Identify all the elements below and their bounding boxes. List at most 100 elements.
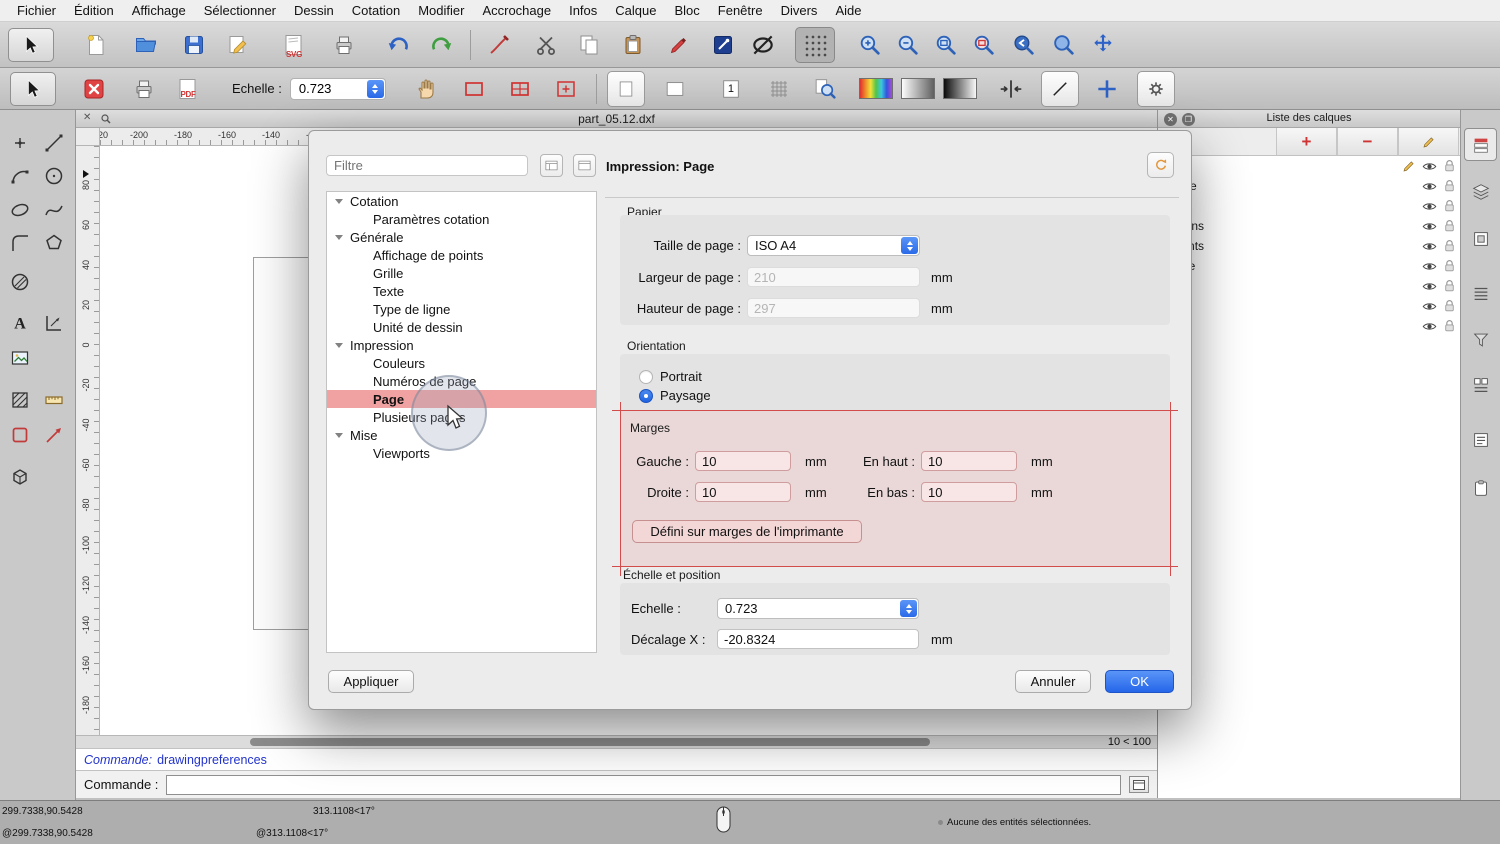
menu-edition[interactable]: Édition [65,3,123,18]
diameter-button[interactable] [747,27,779,63]
eye-icon[interactable] [1422,239,1437,254]
lock-icon[interactable] [1443,199,1456,213]
tree-item-texte[interactable]: Texte [327,282,596,300]
lock-icon[interactable] [1443,159,1456,173]
image-tool-button[interactable] [5,343,35,373]
redo-button[interactable] [424,27,456,63]
library-browser-panel-button[interactable] [1464,368,1497,401]
print-preview-button[interactable] [328,27,360,63]
cut-button[interactable] [531,27,563,63]
circle-tool-button[interactable] [39,161,69,191]
selection-mode-button[interactable] [707,27,739,63]
tree-item-unite-dessin[interactable]: Unité de dessin [327,318,596,336]
paysage-radio[interactable] [639,389,653,403]
portrait-radio[interactable] [639,370,653,384]
block-list-panel-button[interactable] [1464,222,1497,255]
new-file-button[interactable] [80,27,112,63]
ok-button[interactable]: OK [1105,670,1174,693]
clipboard-panel-button[interactable] [1464,471,1497,504]
menu-bloc[interactable]: Bloc [665,3,708,18]
menu-cotation[interactable]: Cotation [343,3,409,18]
layer-row[interactable]: tre [1158,296,1460,316]
command-panel-button[interactable] [1129,776,1149,793]
eye-icon[interactable] [1422,279,1437,294]
layer-row[interactable]: otations [1158,216,1460,236]
cancel-button[interactable]: Annuler [1015,670,1091,693]
lock-icon[interactable] [1443,179,1456,193]
marker-button[interactable] [663,27,695,63]
command-input[interactable] [166,775,1121,795]
offset-x-input[interactable] [717,629,919,649]
measure-tool-button[interactable] [39,385,69,415]
reset-button[interactable] [1147,152,1174,178]
property-editor-panel-button[interactable] [1464,128,1497,161]
dialog-scale-combobox[interactable]: 0.723 [717,598,919,619]
paper-frame-button[interactable] [458,71,490,107]
lock-icon[interactable] [1443,299,1456,313]
tree-item-type-ligne[interactable]: Type de ligne [327,300,596,318]
eye-icon[interactable] [1422,299,1437,314]
layer-list-panel-button[interactable] [1464,175,1497,208]
horizontal-scrollbar[interactable]: 10 < 100 [76,735,1157,748]
point-tool-button[interactable] [5,128,35,158]
eye-icon[interactable] [1422,159,1437,174]
pdf-export-button[interactable]: PDF [172,71,204,107]
open-file-button[interactable] [130,27,162,63]
settings-button[interactable] [1137,71,1175,107]
grid-toggle-button[interactable] [795,27,835,63]
zoom-window-button[interactable] [1047,27,1079,63]
zoom-in-button[interactable] [853,27,885,63]
crosshair-button[interactable] [1091,71,1123,107]
eye-icon[interactable] [1422,319,1437,334]
page-size-combobox[interactable]: ISO A4 [747,235,920,256]
command-line-panel-button[interactable] [1464,423,1497,456]
menu-calque[interactable]: Calque [606,3,665,18]
tree-item-cotation[interactable]: Cotation [327,192,596,210]
paper-grid-button[interactable] [504,71,536,107]
fillet-tool-button[interactable] [5,228,35,258]
previous-view-button[interactable] [1007,27,1039,63]
layer-row[interactable]: ordure [1158,176,1460,196]
lock-icon[interactable] [1443,319,1456,333]
print-button[interactable] [128,71,160,107]
menu-dessin[interactable]: Dessin [285,3,343,18]
needle-tool-button[interactable] [483,27,515,63]
tree-item-affichage-points[interactable]: Affichage de points [327,246,596,264]
menu-accrochage[interactable]: Accrochage [473,3,560,18]
spline-tool-button[interactable] [39,195,69,225]
margin-left-input[interactable] [695,451,791,471]
viewport-button-2[interactable] [659,71,691,107]
save-button[interactable] [178,27,210,63]
view-list-panel-button[interactable] [1464,276,1497,309]
menu-modifier[interactable]: Modifier [409,3,473,18]
tree-item-impression[interactable]: Impression [327,336,596,354]
page-number-button[interactable]: 1 [715,71,747,107]
close-drawing-button[interactable] [78,71,110,107]
menu-divers[interactable]: Divers [772,3,827,18]
printer-margins-button[interactable]: Défini sur marges de l'imprimante [632,520,862,543]
grid-display-button[interactable] [763,71,795,107]
paste-button[interactable] [617,27,649,63]
edit-layer-button[interactable] [1398,128,1459,155]
svg-export-button[interactable]: SVG [278,27,310,63]
lock-icon[interactable] [1443,219,1456,233]
tree-item-grille[interactable]: Grille [327,264,596,282]
add-layer-button[interactable]: + [1276,128,1337,155]
menu-infos[interactable]: Infos [560,3,606,18]
modify-tool-button[interactable] [39,420,69,450]
tree-item-parametres-cotation[interactable]: Paramètres cotation [327,210,596,228]
layer-row[interactable]: efpoints [1158,236,1460,256]
ellipse-tool-button[interactable] [5,195,35,225]
expand-all-button[interactable] [540,154,563,177]
filter-input[interactable] [326,155,528,176]
selection-tool-button-2[interactable] [10,72,56,106]
tree-item-generale[interactable]: Générale [327,228,596,246]
hatch-circle-tool-button[interactable] [5,267,35,297]
apply-button[interactable]: Appliquer [328,670,414,693]
viewport-button-1[interactable] [607,71,645,107]
collapse-all-button[interactable] [573,154,596,177]
copy-button[interactable] [573,27,605,63]
undo-button[interactable] [384,27,416,63]
box3d-tool-button[interactable] [5,462,35,492]
layer-row[interactable]: sible [1158,316,1460,336]
